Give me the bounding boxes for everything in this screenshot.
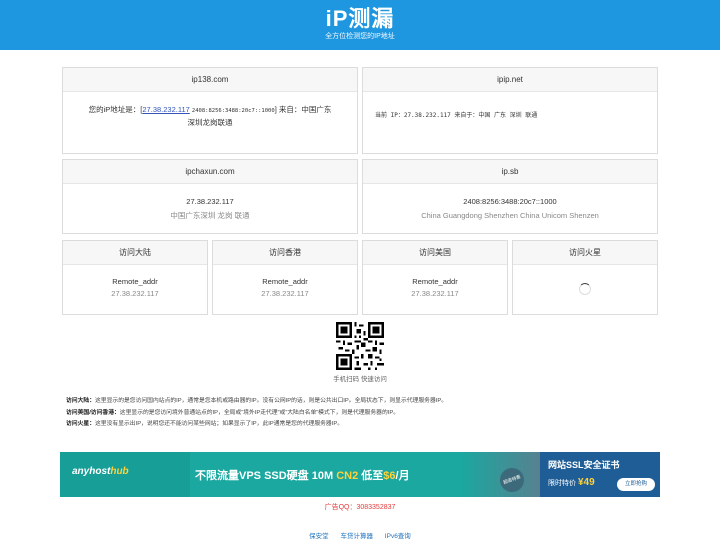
banner-headline: 不限流量VPS SSD硬盘 10M CN2 低至$6/月 [195, 467, 410, 483]
card-body: Remote_addr 27.38.232.117 [363, 265, 507, 300]
ip-value: 2408:8256:3488:20c7::1000 [463, 197, 557, 206]
ssl-title: 网站SSL安全证书 [548, 460, 620, 470]
footer-links: 保安堂 车贷计算器 IPv6查询 [0, 530, 720, 540]
banner-brand-logo: anyhosthub [72, 466, 129, 477]
card-body: 当前 IP：27.38.232.117 来自于：中国 广东 深圳 联通 [363, 92, 657, 119]
card-title: 访问美国 [363, 241, 507, 265]
site-header: iP测漏 全方位检测您的IP地址 [0, 0, 720, 50]
buy-now-button[interactable]: 立即抢购 [617, 478, 655, 491]
ssl-ad[interactable]: 网站SSL安全证书 限时特价 ¥49 立即抢购 [540, 452, 660, 497]
card-body: 2408:8256:3488:20c7::1000 China Guangdon… [363, 184, 657, 223]
ssl-price: ¥49 [577, 477, 595, 488]
note-mainland: 访问大陆：这里显示的是您访问国内站点的IP，通常是您本机或路由器的IP。没有公网… [66, 396, 666, 408]
remote-addr-label: Remote_addr [112, 277, 158, 286]
card-body: 您的iP地址是：[27.38.232.117 2408:8256:3488:20… [63, 92, 357, 129]
headline-part: /月 [395, 470, 410, 482]
remote-addr-label: Remote_addr [262, 277, 308, 286]
brand-part-a: anyhost [72, 466, 111, 477]
ip-value: 27.38.232.117 [111, 289, 159, 298]
qr-caption: 手机扫码 快速访问 [333, 376, 387, 383]
qr-code [336, 322, 384, 370]
card-ipsb: ip.sb 2408:8256:3488:20c7::1000 China Gu… [362, 159, 658, 234]
ssl-sub-label: 限时特价 [548, 480, 576, 487]
note-text: 这里显示的是您访问国内站点的IP，通常是您本机或路由器的IP。没有公网IP的话，… [95, 398, 448, 404]
card-body: Remote_addr 27.38.232.117 [63, 265, 207, 300]
footer-link-ipv6[interactable]: IPv6查询 [385, 533, 411, 540]
card-title: ipchaxun.com [63, 160, 357, 184]
note-overseas: 访问美国/访问香港：这里显示的是您访问境外普通站点的IP，全局或“境外IP走代理… [66, 408, 666, 420]
card-body: Remote_addr 27.38.232.117 [213, 265, 357, 300]
ip-link[interactable]: 27.38.232.117 [142, 105, 189, 114]
ip-value: 27.38.232.117 [411, 289, 459, 298]
footer-link-loan-calculator[interactable]: 车贷计算器 [340, 533, 373, 540]
card-access-mainland: 访问大陆 Remote_addr 27.38.232.117 [62, 240, 208, 315]
ipip-result: 当前 IP：27.38.232.117 来自于：中国 广东 深圳 联通 [375, 112, 538, 119]
card-access-hongkong: 访问香港 Remote_addr 27.38.232.117 [212, 240, 358, 315]
headline-price: $6 [383, 470, 396, 482]
note-term: 访问火星： [66, 421, 95, 427]
remote-addr-label: Remote_addr [412, 277, 458, 286]
card-title: ip.sb [363, 160, 657, 184]
note-term: 访问大陆： [66, 398, 95, 404]
card-access-usa: 访问美国 Remote_addr 27.38.232.117 [362, 240, 508, 315]
headline-highlight: CN2 [336, 470, 359, 482]
ip-location: 中国广东深圳 龙岗 联通 [170, 211, 250, 220]
ip-value: 27.38.232.117 [261, 289, 309, 298]
note-term: 访问美国/访问香港： [66, 409, 120, 416]
explanation-notes: 访问大陆：这里显示的是您访问国内站点的IP，通常是您本机或路由器的IP。没有公网… [66, 396, 666, 431]
note-text: 这里没有显示出IP，说明您还不能访问某些网站；如果显示了IP，此IP通常是您的代… [95, 421, 343, 427]
site-tagline: 全方位检测您的IP地址 [325, 33, 395, 40]
note-mars: 访问火星：这里没有显示出IP，说明您还不能访问某些网站；如果显示了IP，此IP通… [66, 419, 666, 431]
brand-part-b: hub [110, 466, 129, 477]
footer-link-baoantang[interactable]: 保安堂 [309, 533, 329, 540]
ip-prefix: 您的iP地址是：[ [88, 105, 143, 114]
card-body: 27.38.232.117 中国广东深圳 龙岗 联通 [63, 184, 357, 223]
card-title: 访问大陆 [63, 241, 207, 265]
ip-value: 27.38.232.117 [186, 197, 234, 206]
ipv6-value: 2408:8256:3488:20c7::1000 [191, 108, 275, 114]
headline-part: 低至 [358, 470, 384, 482]
ssl-subtitle: 限时特价 ¥49 [548, 477, 595, 488]
card-title: 访问火星 [513, 241, 657, 265]
card-ipip: ipip.net 当前 IP：27.38.232.117 来自于：中国 广东 深… [362, 67, 658, 154]
card-ipchaxun: ipchaxun.com 27.38.232.117 中国广东深圳 龙岗 联通 [62, 159, 358, 234]
loading-spinner-icon [579, 283, 591, 295]
card-ip138: ip138.com 您的iP地址是：[27.38.232.117 2408:82… [62, 67, 358, 154]
ip-location: China Guangdong Shenzhen China Unicom Sh… [421, 211, 599, 220]
site-logo[interactable]: iP测漏 [0, 0, 720, 31]
card-title: ipip.net [363, 68, 657, 92]
ad-banner[interactable]: anyhosthub 不限流量VPS SSD硬盘 10M CN2 低至$6/月 … [60, 452, 660, 497]
headline-part: 不限流量VPS SSD硬盘 10M [195, 470, 337, 482]
card-access-mars: 访问火星 [512, 240, 658, 315]
ad-contact: 广告QQ：3083352837 [324, 504, 396, 511]
card-body [513, 265, 657, 295]
card-title: 访问香港 [213, 241, 357, 265]
note-text: 这里显示的是您访问境外普通站点的IP，全局或“境外IP走代理”或“大陆白名单”模… [119, 409, 400, 416]
card-title: ip138.com [63, 68, 357, 92]
